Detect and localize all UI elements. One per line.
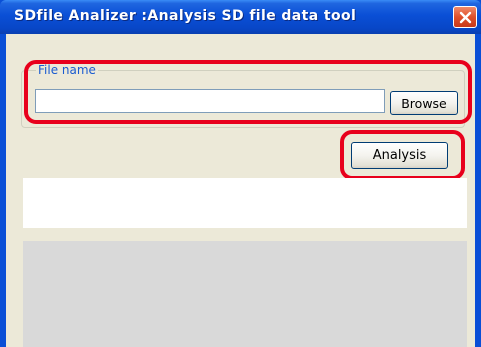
file-name-highlight: [24, 60, 472, 124]
close-button[interactable]: [453, 6, 477, 28]
title-bar[interactable]: SDfile Analizer :Analysis SD file data t…: [0, 0, 481, 34]
close-icon: [459, 11, 472, 24]
result-area: [23, 178, 467, 228]
window-title: SDfile Analizer :Analysis SD file data t…: [14, 8, 357, 24]
log-area: [23, 241, 467, 347]
analysis-highlight: [340, 130, 465, 180]
